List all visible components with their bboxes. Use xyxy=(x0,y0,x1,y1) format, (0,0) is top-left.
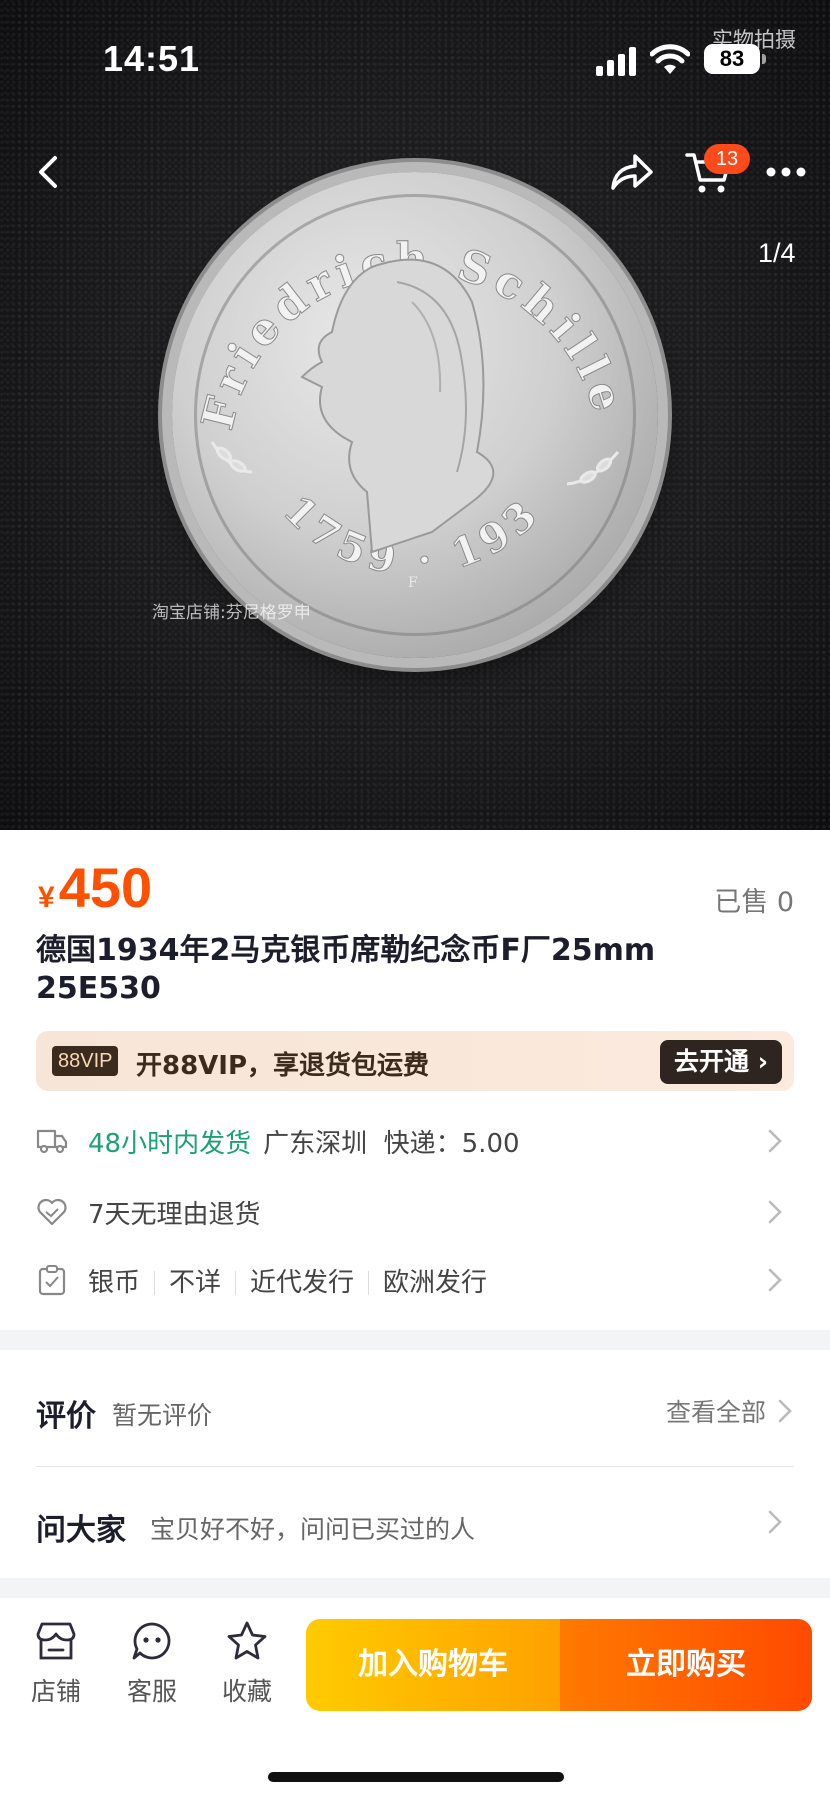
product-image[interactable]: Friedrich Schiller 1759 · 1934 F xyxy=(0,0,830,830)
store-tab[interactable]: 店铺 xyxy=(16,1620,96,1708)
returns-row[interactable]: 7天无理由退货 xyxy=(36,1188,794,1236)
shop-watermark: 淘宝店铺:芬尼格罗申 xyxy=(152,603,311,623)
returns-label: 7天无理由退货 xyxy=(88,1199,261,1230)
share-icon xyxy=(611,154,653,190)
star-icon xyxy=(227,1621,267,1660)
favorite-tab[interactable]: 收藏 xyxy=(207,1620,287,1708)
vip-open-label: 去开通 xyxy=(673,1047,749,1076)
cart-count-badge: 13 xyxy=(704,144,750,174)
reviews-label[interactable]: 评价 xyxy=(36,1391,96,1435)
vip-banner[interactable]: 88VIP 开88VIP，享退货包运费 去开通 › xyxy=(36,1031,794,1091)
battery-indicator: 83 xyxy=(704,44,766,74)
ship-location: 广东深圳 xyxy=(263,1128,368,1159)
truck-icon xyxy=(36,1125,68,1157)
wifi-icon xyxy=(650,44,690,74)
add-to-cart-button[interactable]: 加入购物车 xyxy=(306,1619,560,1711)
image-pager: 1/4 xyxy=(758,238,796,268)
store-icon xyxy=(36,1622,76,1660)
chevron-right-icon xyxy=(768,1200,782,1224)
more-dots-icon xyxy=(766,167,806,177)
coin-legend: Friedrich Schiller 1759 · 1934 F xyxy=(172,172,629,591)
chevron-right-icon xyxy=(768,1268,782,1292)
mint-mark: F xyxy=(408,575,418,591)
share-button[interactable] xyxy=(604,146,660,198)
price-value: 450 xyxy=(58,856,153,919)
chevron-right-icon[interactable] xyxy=(764,1508,784,1536)
back-button[interactable] xyxy=(22,146,74,198)
vip-badge: 88VIP xyxy=(52,1046,119,1076)
signal-icon xyxy=(596,47,636,76)
view-all-reviews-link[interactable]: 查看全部 xyxy=(666,1393,794,1429)
attributes-row[interactable]: 银币 不详 近代发行 欧洲发行 xyxy=(36,1256,794,1304)
divider xyxy=(36,1466,794,1467)
chevron-right-icon xyxy=(778,1399,792,1423)
store-label: 店铺 xyxy=(30,1677,81,1706)
favorite-label: 收藏 xyxy=(221,1677,272,1706)
chevron-left-icon xyxy=(39,156,57,188)
sold-count: 已售 0 xyxy=(714,887,794,918)
ask-label[interactable]: 问大家 xyxy=(36,1505,126,1549)
ship-fee: 快递：5.00 xyxy=(383,1128,520,1159)
view-all-label: 查看全部 xyxy=(665,1398,766,1427)
currency-symbol: ¥ xyxy=(38,881,55,914)
chevron-right-icon xyxy=(768,1129,782,1153)
service-tab[interactable]: 客服 xyxy=(112,1620,192,1708)
buy-now-button[interactable]: 立即购买 xyxy=(560,1619,812,1711)
reviews-sub: 暂无评价 xyxy=(112,1401,213,1430)
attr-item: 银币 xyxy=(88,1267,141,1298)
product-title[interactable]: 德国1934年2马克银币席勒纪念币F厂25mm 25E530 xyxy=(36,932,736,1008)
service-label: 客服 xyxy=(126,1677,177,1706)
home-indicator xyxy=(268,1772,564,1782)
status-bar: 实物拍摄 14:51 83 xyxy=(0,0,830,110)
vip-open-button[interactable]: 去开通 › xyxy=(659,1040,782,1084)
attr-item: 近代发行 xyxy=(250,1267,355,1298)
ask-sub: 宝贝好不好，问问已买过的人 xyxy=(150,1515,476,1544)
status-time: 14:51 xyxy=(103,38,201,79)
attr-item: 不详 xyxy=(169,1267,222,1298)
chat-bubble-icon xyxy=(132,1622,171,1660)
coin-photo: Friedrich Schiller 1759 · 1934 F xyxy=(172,172,658,658)
more-button[interactable] xyxy=(758,150,814,194)
heart-icon xyxy=(36,1196,68,1228)
price: ¥450 xyxy=(38,855,152,920)
clipboard-icon xyxy=(36,1264,68,1296)
vip-text: 开88VIP，享退货包运费 xyxy=(136,1051,430,1081)
shipping-row[interactable]: 48小时内发货 广东深圳 快递：5.00 xyxy=(36,1117,794,1165)
product-page: Friedrich Schiller 1759 · 1934 F xyxy=(0,0,830,1800)
attr-item: 欧洲发行 xyxy=(383,1267,488,1298)
ship-time: 48小时内发货 xyxy=(88,1128,252,1159)
